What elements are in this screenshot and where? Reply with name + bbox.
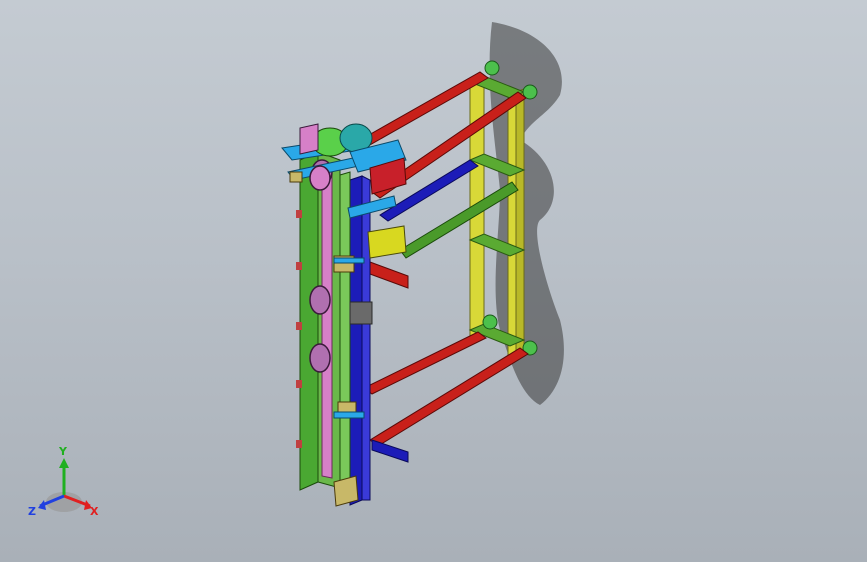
graphics-viewport[interactable]: Y X Z xyxy=(0,0,867,562)
cad-assembly-icon[interactable] xyxy=(0,0,867,562)
x-axis-label: X xyxy=(90,505,99,518)
coordinate-triad-icon: Y X Z xyxy=(26,445,106,524)
y-axis-label: Y xyxy=(59,445,67,458)
z-axis-label: Z xyxy=(28,505,36,518)
